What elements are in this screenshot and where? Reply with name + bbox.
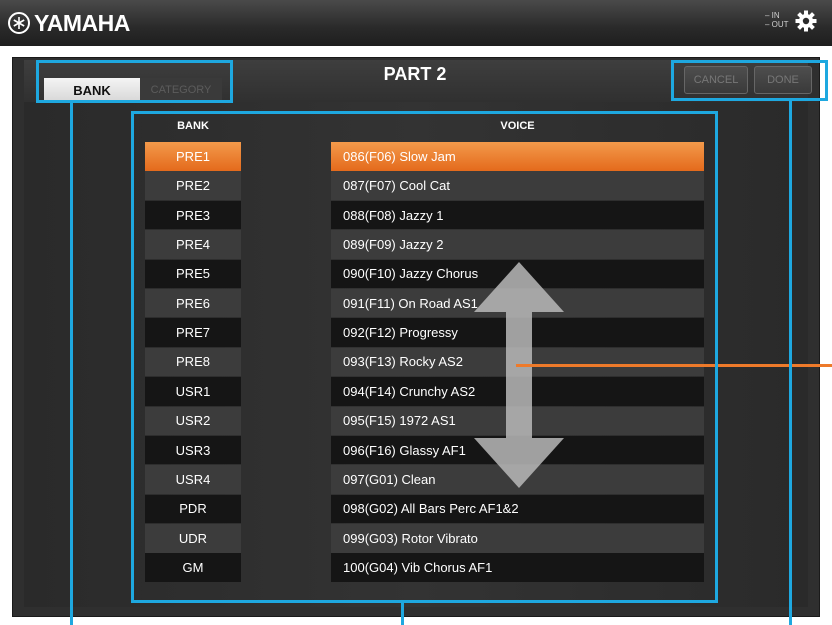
callout-tabs-box xyxy=(36,60,233,103)
callout-line-tabs xyxy=(70,103,73,625)
gear-icon[interactable] xyxy=(794,9,818,33)
callout-lists-box xyxy=(131,111,718,603)
yamaha-tuning-fork-icon xyxy=(8,12,30,34)
top-bar: YAMAHA – IN – OUT xyxy=(0,0,832,46)
in-out-indicator: – IN – OUT xyxy=(765,11,789,29)
logo-text: YAMAHA xyxy=(34,9,130,36)
in-label: IN xyxy=(771,11,780,20)
out-label: OUT xyxy=(771,20,789,29)
page-title: PART 2 xyxy=(383,64,447,84)
callout-buttons-box xyxy=(671,60,828,101)
yamaha-logo: YAMAHA xyxy=(8,9,130,37)
callout-line-lists xyxy=(401,603,404,625)
callout-line-buttons xyxy=(789,101,792,625)
